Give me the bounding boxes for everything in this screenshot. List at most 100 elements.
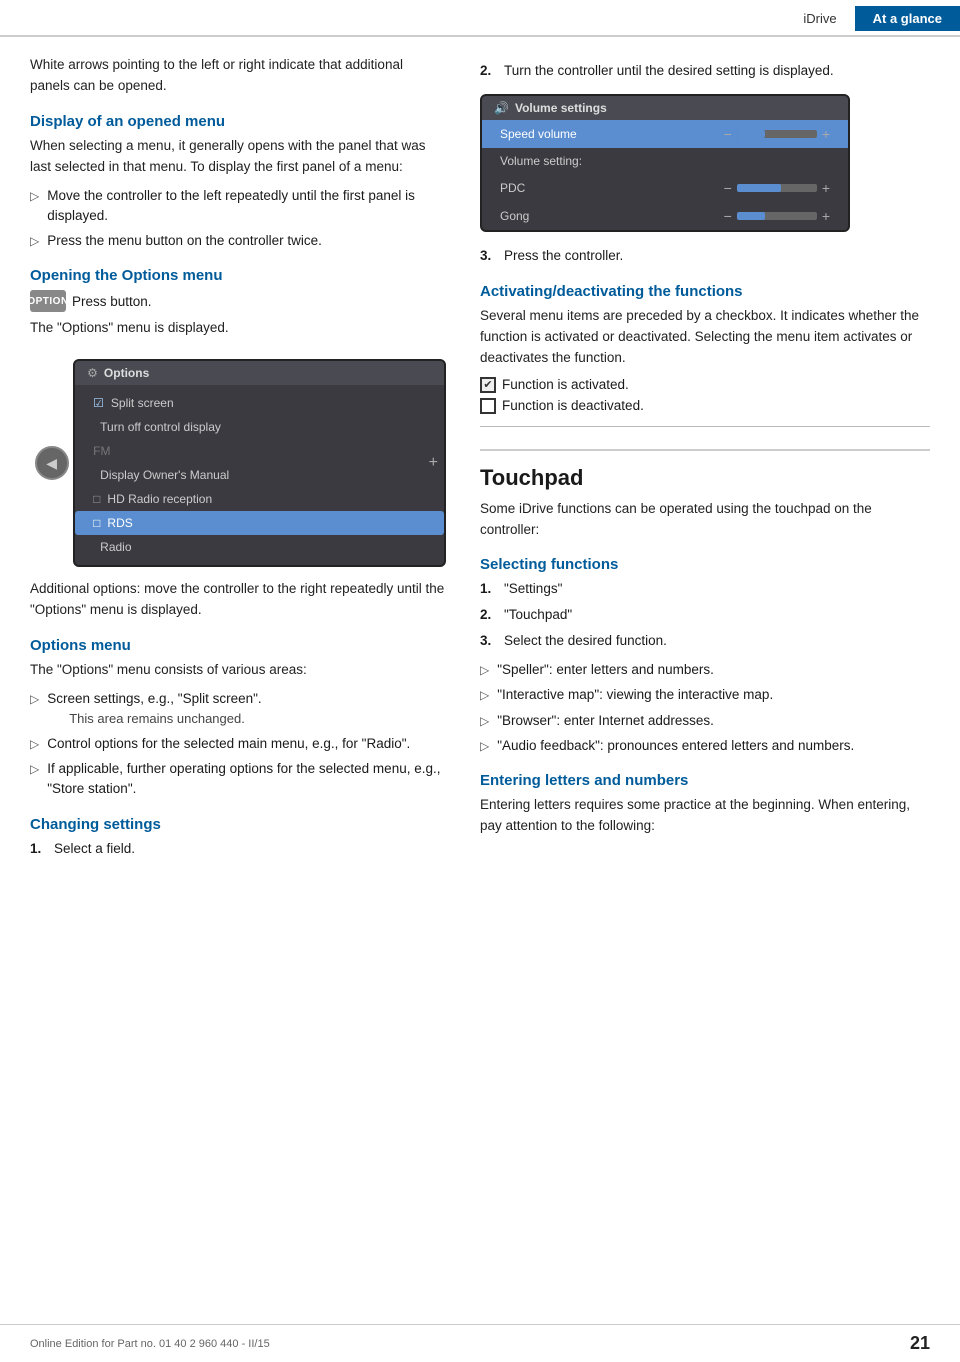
screen-title-bar: ⚙ Options xyxy=(75,361,444,385)
list-item: ▷ Press the menu button on the controlle… xyxy=(30,231,446,251)
list-item: ▷ Screen settings, e.g., "Split screen".… xyxy=(30,689,446,729)
vol-bar-pdc: − + xyxy=(724,180,830,196)
screen-item-rds: RDS xyxy=(75,511,444,535)
vol-bar-fill xyxy=(737,130,765,138)
page-number: 21 xyxy=(894,1333,930,1354)
press-button-text: Press button. xyxy=(72,294,152,309)
screen-title-text: Options xyxy=(104,366,149,380)
activating-functions-paragraph: Several menu items are preceded by a che… xyxy=(480,306,930,369)
vol-bar-fill xyxy=(737,212,765,220)
options-screen-container: ◀ ⚙ Options Split screen Turn off contro… xyxy=(30,347,446,579)
arrow-icon: ▷ xyxy=(30,760,39,778)
right-steps-step3: 3. Press the controller. xyxy=(480,246,930,267)
options-menu-bullets: ▷ Screen settings, e.g., "Split screen".… xyxy=(30,689,446,800)
list-item: 2. Turn the controller until the desired… xyxy=(480,61,930,82)
function-activated-label: Function is activated. xyxy=(502,377,629,392)
list-item: ▷ "Browser": enter Internet addresses. xyxy=(480,711,930,731)
screen-item-turn-off: Turn off control display xyxy=(75,415,444,439)
function-deactivated-row: Function is deactivated. xyxy=(480,398,930,414)
volume-screen-mockup: 🔊 Volume settings Speed volume − + Volum… xyxy=(480,94,850,232)
list-item: ▷ Control options for the selected main … xyxy=(30,734,446,754)
vol-item-speed-volume: Speed volume − + xyxy=(482,120,848,148)
list-item: ▷ "Audio feedback": pronounces entered l… xyxy=(480,736,930,756)
header-tab-group: iDrive At a glance xyxy=(785,6,960,31)
arrow-icon: ▷ xyxy=(480,661,489,679)
screen-item-split-screen: Split screen xyxy=(75,391,444,415)
options-screen-mockup: ⚙ Options Split screen Turn off control … xyxy=(73,359,446,567)
option-button-image: OPTION xyxy=(30,290,66,312)
checkbox-activated-icon: ✔ xyxy=(480,377,496,393)
volume-icon: 🔊 xyxy=(494,101,509,115)
page-header: iDrive At a glance xyxy=(0,0,960,37)
display-opened-menu-paragraph: When selecting a menu, it generally open… xyxy=(30,136,446,178)
volume-title-text: Volume settings xyxy=(515,101,607,115)
additional-options-text: Additional options: move the controller … xyxy=(30,579,446,621)
left-arrow-icon: ◀ xyxy=(46,455,57,472)
arrow-icon: ▷ xyxy=(30,735,39,753)
options-menu-displayed-text: The "Options" menu is displayed. xyxy=(30,318,446,339)
screen-item-radio: Radio xyxy=(75,535,444,559)
right-column: 2. Turn the controller until the desired… xyxy=(470,55,960,868)
intro-paragraph: White arrows pointing to the left or rig… xyxy=(30,55,446,97)
function-activated-row: ✔ Function is activated. xyxy=(480,377,930,393)
vol-item-pdc: PDC − + xyxy=(482,174,848,202)
vol-bar-track xyxy=(737,212,817,220)
list-item: 2. "Touchpad" xyxy=(480,605,930,626)
list-item: 3. Select the desired function. xyxy=(480,631,930,652)
arrow-icon: ▷ xyxy=(30,187,39,205)
volume-title-bar: 🔊 Volume settings xyxy=(482,96,848,120)
controller-left: ◀ xyxy=(30,442,73,484)
list-item: 1. "Settings" xyxy=(480,579,930,600)
main-content: White arrows pointing to the left or rig… xyxy=(0,37,960,868)
page-footer: Online Edition for Part no. 01 40 2 960 … xyxy=(0,1324,960,1362)
left-column: White arrows pointing to the left or rig… xyxy=(0,55,470,868)
activating-functions-heading: Activating/deactivating the functions xyxy=(480,283,930,300)
list-item: ▷ "Speller": enter letters and numbers. xyxy=(480,660,930,680)
tab-idrive[interactable]: iDrive xyxy=(785,6,854,31)
selecting-functions-steps: 1. "Settings" 2. "Touchpad" 3. Select th… xyxy=(480,579,930,652)
footer-text: Online Edition for Part no. 01 40 2 960 … xyxy=(30,1338,270,1350)
touchpad-intro: Some iDrive functions can be operated us… xyxy=(480,499,930,541)
vol-plus-icon: + xyxy=(822,180,830,196)
list-item: 3. Press the controller. xyxy=(480,246,930,267)
section-divider xyxy=(480,426,930,427)
screen-item-display-manual: Display Owner's Manual xyxy=(75,463,444,487)
list-item: ▷ "Interactive map": viewing the interac… xyxy=(480,685,930,705)
touchpad-heading: Touchpad xyxy=(480,449,930,491)
screen-items-list: Split screen Turn off control display FM… xyxy=(75,385,444,565)
changing-settings-steps: 1. Select a field. xyxy=(30,839,446,860)
screen-options-icon: ⚙ xyxy=(87,366,98,380)
vol-item-volume-setting: Volume setting: xyxy=(482,148,848,174)
vol-minus-icon: − xyxy=(724,208,732,224)
vol-plus-icon: + xyxy=(822,126,830,142)
vol-bar-gong: − + xyxy=(724,208,830,224)
list-item: 1. Select a field. xyxy=(30,839,446,860)
arrow-icon: ▷ xyxy=(480,686,489,704)
display-opened-menu-bullets: ▷ Move the controller to the left repeat… xyxy=(30,186,446,252)
arrow-icon: ▷ xyxy=(480,712,489,730)
vol-plus-icon: + xyxy=(822,208,830,224)
vol-item-gong: Gong − + xyxy=(482,202,848,230)
checkbox-deactivated-icon xyxy=(480,398,496,414)
vol-bar-speed-volume: − + xyxy=(724,126,830,142)
vol-bar-track xyxy=(737,130,817,138)
entering-letters-heading: Entering letters and numbers xyxy=(480,772,930,789)
plus-icon: + xyxy=(429,454,438,472)
display-opened-menu-heading: Display of an opened menu xyxy=(30,113,446,130)
arrow-icon: ▷ xyxy=(30,690,39,708)
list-item: ▷ Move the controller to the left repeat… xyxy=(30,186,446,227)
sub-item: This area remains unchanged. xyxy=(69,709,261,729)
arrow-icon: ▷ xyxy=(480,737,489,755)
vol-minus-icon: − xyxy=(724,126,732,142)
arrow-icon: ▷ xyxy=(30,232,39,250)
changing-settings-heading: Changing settings xyxy=(30,816,446,833)
screen-item-hd-radio: HD Radio reception xyxy=(75,487,444,511)
options-menu-heading: Options menu xyxy=(30,637,446,654)
selecting-functions-sub-bullets: ▷ "Speller": enter letters and numbers. … xyxy=(480,660,930,756)
press-button-row: OPTION Press button. xyxy=(30,290,446,312)
function-deactivated-label: Function is deactivated. xyxy=(502,398,644,413)
vol-bar-fill xyxy=(737,184,781,192)
controller-circle: ◀ xyxy=(35,446,69,480)
tab-at-a-glance[interactable]: At a glance xyxy=(855,6,960,31)
screen-item-fm: FM xyxy=(75,439,444,463)
